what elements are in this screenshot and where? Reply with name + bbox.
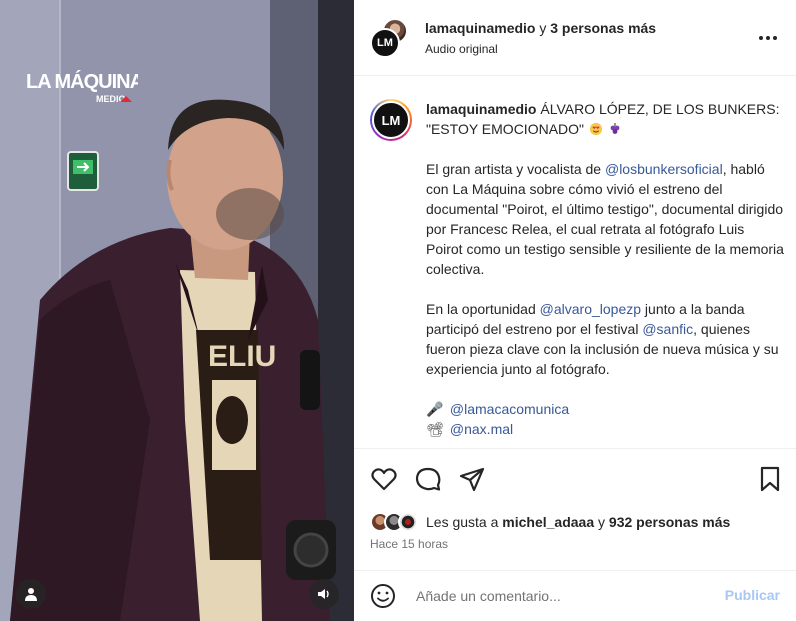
person-icon bbox=[25, 588, 37, 601]
share-send-icon[interactable] bbox=[458, 465, 486, 493]
comment-input[interactable] bbox=[416, 585, 706, 607]
collab-avatars[interactable]: LM bbox=[370, 18, 410, 58]
mention-nax-mal[interactable]: @nax.mal bbox=[450, 421, 513, 437]
authors-connector: y bbox=[535, 20, 551, 36]
comment-bar: Publicar bbox=[354, 570, 796, 621]
liker-username[interactable]: michel_adaaa bbox=[502, 514, 594, 530]
publish-button[interactable]: Publicar bbox=[725, 587, 780, 603]
likes-summary: Les gusta a michel_adaaa y 932 personas … bbox=[370, 511, 730, 533]
caption-text: lamaquinamedio ÁLVARO LÓPEZ, DE LOS BUNK… bbox=[426, 99, 784, 439]
caption-title-paragraph: lamaquinamedio ÁLVARO LÓPEZ, DE LOS BUNK… bbox=[426, 99, 784, 139]
microphone-icon: 🎤 bbox=[426, 401, 444, 417]
post-caption: LM lamaquinamedio ÁLVARO LÓPEZ, DE LOS B… bbox=[354, 77, 796, 447]
mention-losbunkersoficial[interactable]: @losbunkersoficial bbox=[605, 161, 723, 177]
more-collaborators-link[interactable]: 3 personas más bbox=[550, 20, 656, 36]
comment-icon[interactable] bbox=[414, 465, 442, 493]
audio-toggle-button[interactable] bbox=[309, 579, 339, 609]
avatar-initials: LM bbox=[372, 101, 410, 139]
post-actions: Les gusta a michel_adaaa y 932 personas … bbox=[354, 448, 796, 588]
more-horizontal-icon bbox=[759, 36, 777, 40]
likes-count-link[interactable]: 932 personas más bbox=[609, 514, 730, 530]
post-header: LM lamaquinamedio y 3 personas más Audio… bbox=[354, 0, 796, 76]
author-username[interactable]: lamaquinamedio bbox=[425, 20, 535, 36]
svg-text:LA MÁQUINA: LA MÁQUINA bbox=[26, 70, 138, 93]
caption-paragraph-1: El gran artista y vocalista de @losbunke… bbox=[426, 161, 784, 277]
mention-sanfic[interactable]: @sanfic bbox=[642, 321, 693, 337]
mention-alvaro-lopezp[interactable]: @alvaro_lopezp bbox=[540, 301, 641, 317]
credits: 🎤 @lamacacomunica 📽 @nax.mal bbox=[426, 399, 784, 439]
post-authors: lamaquinamedio y 3 personas más bbox=[425, 20, 656, 36]
credit-line-2: 📽 @nax.mal bbox=[426, 419, 784, 439]
grapes-emoji-icon bbox=[610, 123, 620, 134]
caption-author-avatar[interactable]: LM bbox=[370, 99, 412, 141]
post-media[interactable]: ELIU LA MÁQUINA MEDIO bbox=[0, 0, 354, 621]
post-details-panel: LM lamaquinamedio y 3 personas más Audio… bbox=[354, 0, 796, 621]
speaker-icon bbox=[318, 589, 329, 599]
caption-paragraph-2: En la oportunidad @alvaro_lopezp junto a… bbox=[426, 301, 779, 377]
likes-text: Les gusta a michel_adaaa y 932 personas … bbox=[426, 514, 731, 530]
shirt-print-text: ELIU bbox=[208, 340, 276, 373]
more-options-button[interactable] bbox=[756, 28, 780, 48]
caption-username[interactable]: lamaquinamedio bbox=[426, 101, 536, 117]
tagged-people-button[interactable] bbox=[16, 579, 46, 609]
mention-lamacacomunica[interactable]: @lamacacomunica bbox=[450, 401, 569, 417]
audio-link[interactable]: Audio original bbox=[425, 42, 498, 56]
liker-avatar[interactable] bbox=[398, 512, 418, 532]
svg-text:MEDIO: MEDIO bbox=[96, 94, 126, 104]
bookmark-icon[interactable] bbox=[756, 465, 784, 493]
heart-eyes-emoji-icon bbox=[589, 122, 603, 136]
emoji-picker-icon[interactable] bbox=[370, 583, 396, 609]
author-avatar[interactable]: LM bbox=[370, 28, 400, 58]
la-maquina-logo: LA MÁQUINA MEDIO bbox=[26, 70, 138, 104]
like-heart-icon[interactable] bbox=[370, 465, 398, 493]
post-timestamp[interactable]: Hace 15 horas bbox=[370, 537, 448, 551]
projector-icon: 📽 bbox=[426, 421, 444, 437]
credit-line-1: 🎤 @lamacacomunica bbox=[426, 399, 784, 419]
